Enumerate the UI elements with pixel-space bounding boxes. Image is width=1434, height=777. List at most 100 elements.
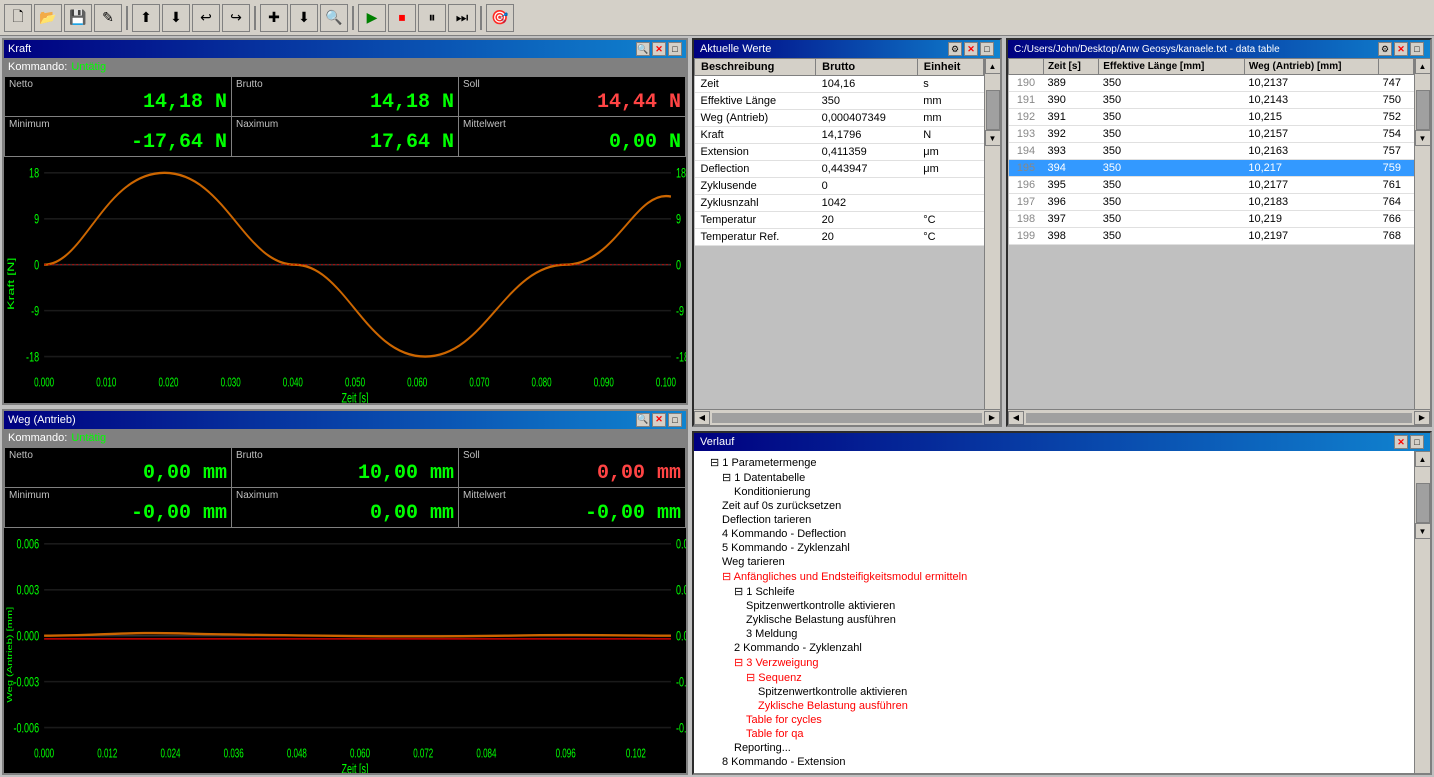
scroll-up-btn[interactable]: ▲ [985, 58, 1001, 74]
aktuelle-werte-expand-btn[interactable]: □ [980, 42, 994, 56]
tree-item[interactable]: Spitzenwertkontrolle aktivieren [698, 685, 1410, 699]
file-table-row[interactable]: 196 395 350 10,2177 761 [1009, 177, 1414, 194]
aktuelle-werte-row[interactable]: Temperatur Ref. 20 °C [695, 229, 984, 246]
file-scrollbar-thumb[interactable] [1416, 90, 1430, 130]
tree-item[interactable]: Konditionierung [698, 485, 1410, 499]
verlauf-scroll-down[interactable]: ▼ [1415, 523, 1431, 539]
toolbar-undo[interactable]: ↩ [192, 4, 220, 32]
toolbar-new[interactable]: 🗋 [4, 4, 32, 32]
toolbar-save[interactable]: 💾 [64, 4, 92, 32]
weg-close-btn[interactable]: ✕ [652, 413, 666, 427]
scroll-down-btn[interactable]: ▼ [985, 130, 1001, 146]
file-table-row[interactable]: 195 394 350 10,217 759 [1009, 160, 1414, 177]
tree-item[interactable]: Zyklische Belastung ausführen [698, 699, 1410, 713]
tree-item[interactable]: Reporting... [698, 741, 1410, 755]
file-table-row[interactable]: 199 398 350 10,2197 768 [1009, 228, 1414, 245]
file-table-row[interactable]: 194 393 350 10,2163 757 [1009, 143, 1414, 160]
tree-item[interactable]: ⊟ 1 Parametermenge [698, 455, 1410, 470]
verlauf-close-btn[interactable]: ✕ [1394, 435, 1408, 449]
kraft-close-btn[interactable]: ✕ [652, 42, 666, 56]
tree-item[interactable]: ⊟ 3 Verzweigung [698, 655, 1410, 670]
toolbar-play[interactable]: ▶ [358, 4, 386, 32]
file-table-row[interactable]: 190 389 350 10,2137 747 [1009, 75, 1414, 92]
aktuelle-werte-row[interactable]: Zyklusnzahl 1042 [695, 195, 984, 212]
toolbar-edit[interactable]: ✎ [94, 4, 122, 32]
toolbar-target[interactable]: 🎯 [486, 4, 514, 32]
aktuelle-werte-row[interactable]: Kraft 14,1796 N [695, 127, 984, 144]
hscroll-left-btn[interactable]: ◀ [694, 411, 710, 425]
tree-item[interactable]: Table for cycles [698, 713, 1410, 727]
weg-search-btn[interactable]: 🔍 [636, 413, 650, 427]
tree-item[interactable]: Weg tarieren [698, 555, 1410, 569]
tree-item[interactable]: ⊟ Anfängliches und Endsteifigkeitsmodul … [698, 569, 1410, 584]
file-expand-btn[interactable]: □ [1410, 42, 1424, 56]
file-table-scrollbar[interactable]: ▲ ▼ [1414, 58, 1430, 409]
aktuelle-werte-row[interactable]: Deflection 0,443947 μm [695, 161, 984, 178]
tree-item[interactable]: 3 Meldung [698, 627, 1410, 641]
tree-item[interactable]: 8 Kommando - Extension [698, 755, 1410, 769]
aktuelle-werte-hscroll[interactable]: ◀ ▶ [694, 409, 1000, 425]
file-scroll-up-btn[interactable]: ▲ [1415, 58, 1431, 74]
verlauf-thumb[interactable] [1416, 483, 1430, 523]
verlauf-expand-btn[interactable]: □ [1410, 435, 1424, 449]
toolbar-redo[interactable]: ↪ [222, 4, 250, 32]
verlauf-scroll-up[interactable]: ▲ [1415, 451, 1431, 467]
toolbar-stop[interactable]: ⏹ [388, 4, 416, 32]
toolbar-skip[interactable]: ⏭ [448, 4, 476, 32]
tree-item[interactable]: Zeit auf 0s zurücksetzen [698, 499, 1410, 513]
tree-item[interactable]: 4 Kommando - Deflection [698, 527, 1410, 541]
aktuelle-werte-row[interactable]: Extension 0,411359 μm [695, 144, 984, 161]
tree-item[interactable]: Table for qa [698, 727, 1410, 741]
kraft-maximize-btn[interactable]: □ [668, 42, 682, 56]
file-settings-btn[interactable]: ⚙ [1378, 42, 1392, 56]
file-hscroll[interactable]: ◀ ▶ [1008, 409, 1430, 425]
svg-text:0.000: 0.000 [34, 376, 54, 390]
aktuelle-werte-row[interactable]: Zeit 104,16 s [695, 76, 984, 93]
tree-item[interactable]: Spitzenwertkontrolle aktivieren [698, 599, 1410, 613]
cell-weg: 10,2183 [1244, 194, 1378, 211]
aktuelle-werte-scroll[interactable]: Beschreibung Brutto Einheit Zeit 104,16 … [694, 58, 1000, 409]
toolbar-pause[interactable]: ⏸ [418, 4, 446, 32]
toolbar-down[interactable]: ⬇ [162, 4, 190, 32]
svg-text:0.090: 0.090 [594, 376, 614, 390]
verlauf-tree[interactable]: ⊟ 1 Parametermenge⊟ 1 DatentabelleKondit… [694, 451, 1414, 773]
toolbar-download[interactable]: ⬇ [290, 4, 318, 32]
tree-item[interactable]: Zyklische Belastung ausführen [698, 613, 1410, 627]
aktuelle-werte-close-btn[interactable]: ✕ [964, 42, 978, 56]
hscroll-track[interactable] [712, 413, 982, 423]
kraft-search-btn[interactable]: 🔍 [636, 42, 650, 56]
tree-item[interactable]: ⊟ 1 Schleife [698, 584, 1410, 599]
tree-item[interactable]: ⊟ Sequenz [698, 670, 1410, 685]
file-table-row[interactable]: 191 390 350 10,2143 750 [1009, 92, 1414, 109]
file-table-scroll[interactable]: Zeit [s] Effektive Länge [mm] Weg (Antri… [1008, 58, 1430, 409]
file-table-row[interactable]: 198 397 350 10,219 766 [1009, 211, 1414, 228]
tree-item[interactable]: 5 Kommando - Zyklenzahl [698, 541, 1410, 555]
toolbar-add[interactable]: ✚ [260, 4, 288, 32]
file-hscroll-left[interactable]: ◀ [1008, 411, 1024, 425]
hscroll-right-btn[interactable]: ▶ [984, 411, 1000, 425]
file-table-row[interactable]: 193 392 350 10,2157 754 [1009, 126, 1414, 143]
aktuelle-werte-row[interactable]: Temperatur 20 °C [695, 212, 984, 229]
file-hscroll-track[interactable] [1026, 413, 1412, 423]
tree-item[interactable]: Deflection tarieren [698, 513, 1410, 527]
scrollbar-thumb[interactable] [986, 90, 1000, 130]
aktuelle-werte-settings-btn[interactable]: ⚙ [948, 42, 962, 56]
file-hscroll-right[interactable]: ▶ [1414, 411, 1430, 425]
aktuelle-werte-row[interactable]: Zyklusende 0 [695, 178, 984, 195]
tree-item[interactable]: ⊟ 1 Datentabelle [698, 470, 1410, 485]
cell-brutto: 0,443947 [816, 161, 918, 178]
aktuelle-werte-row[interactable]: Weg (Antrieb) 0,000407349 mm [695, 110, 984, 127]
file-scroll-down-btn[interactable]: ▼ [1415, 130, 1431, 146]
aktuelle-werte-scrollbar[interactable]: ▲ ▼ [984, 58, 1000, 409]
aktuelle-werte-row[interactable]: Effektive Länge 350 mm [695, 93, 984, 110]
toolbar-open[interactable]: 📂 [34, 4, 62, 32]
weg-maximize-btn[interactable]: □ [668, 413, 682, 427]
tree-item[interactable]: 2 Kommando - Zyklenzahl [698, 641, 1410, 655]
toolbar-up[interactable]: ⬆ [132, 4, 160, 32]
file-table-row[interactable]: 192 391 350 10,215 752 [1009, 109, 1414, 126]
file-table-row[interactable]: 197 396 350 10,2183 764 [1009, 194, 1414, 211]
toolbar-zoom[interactable]: 🔍 [320, 4, 348, 32]
verlauf-scrollbar[interactable]: ▲ ▼ [1414, 451, 1430, 773]
weg-max-cell: Naximum 0,00 mm [232, 488, 458, 527]
file-close-btn[interactable]: ✕ [1394, 42, 1408, 56]
